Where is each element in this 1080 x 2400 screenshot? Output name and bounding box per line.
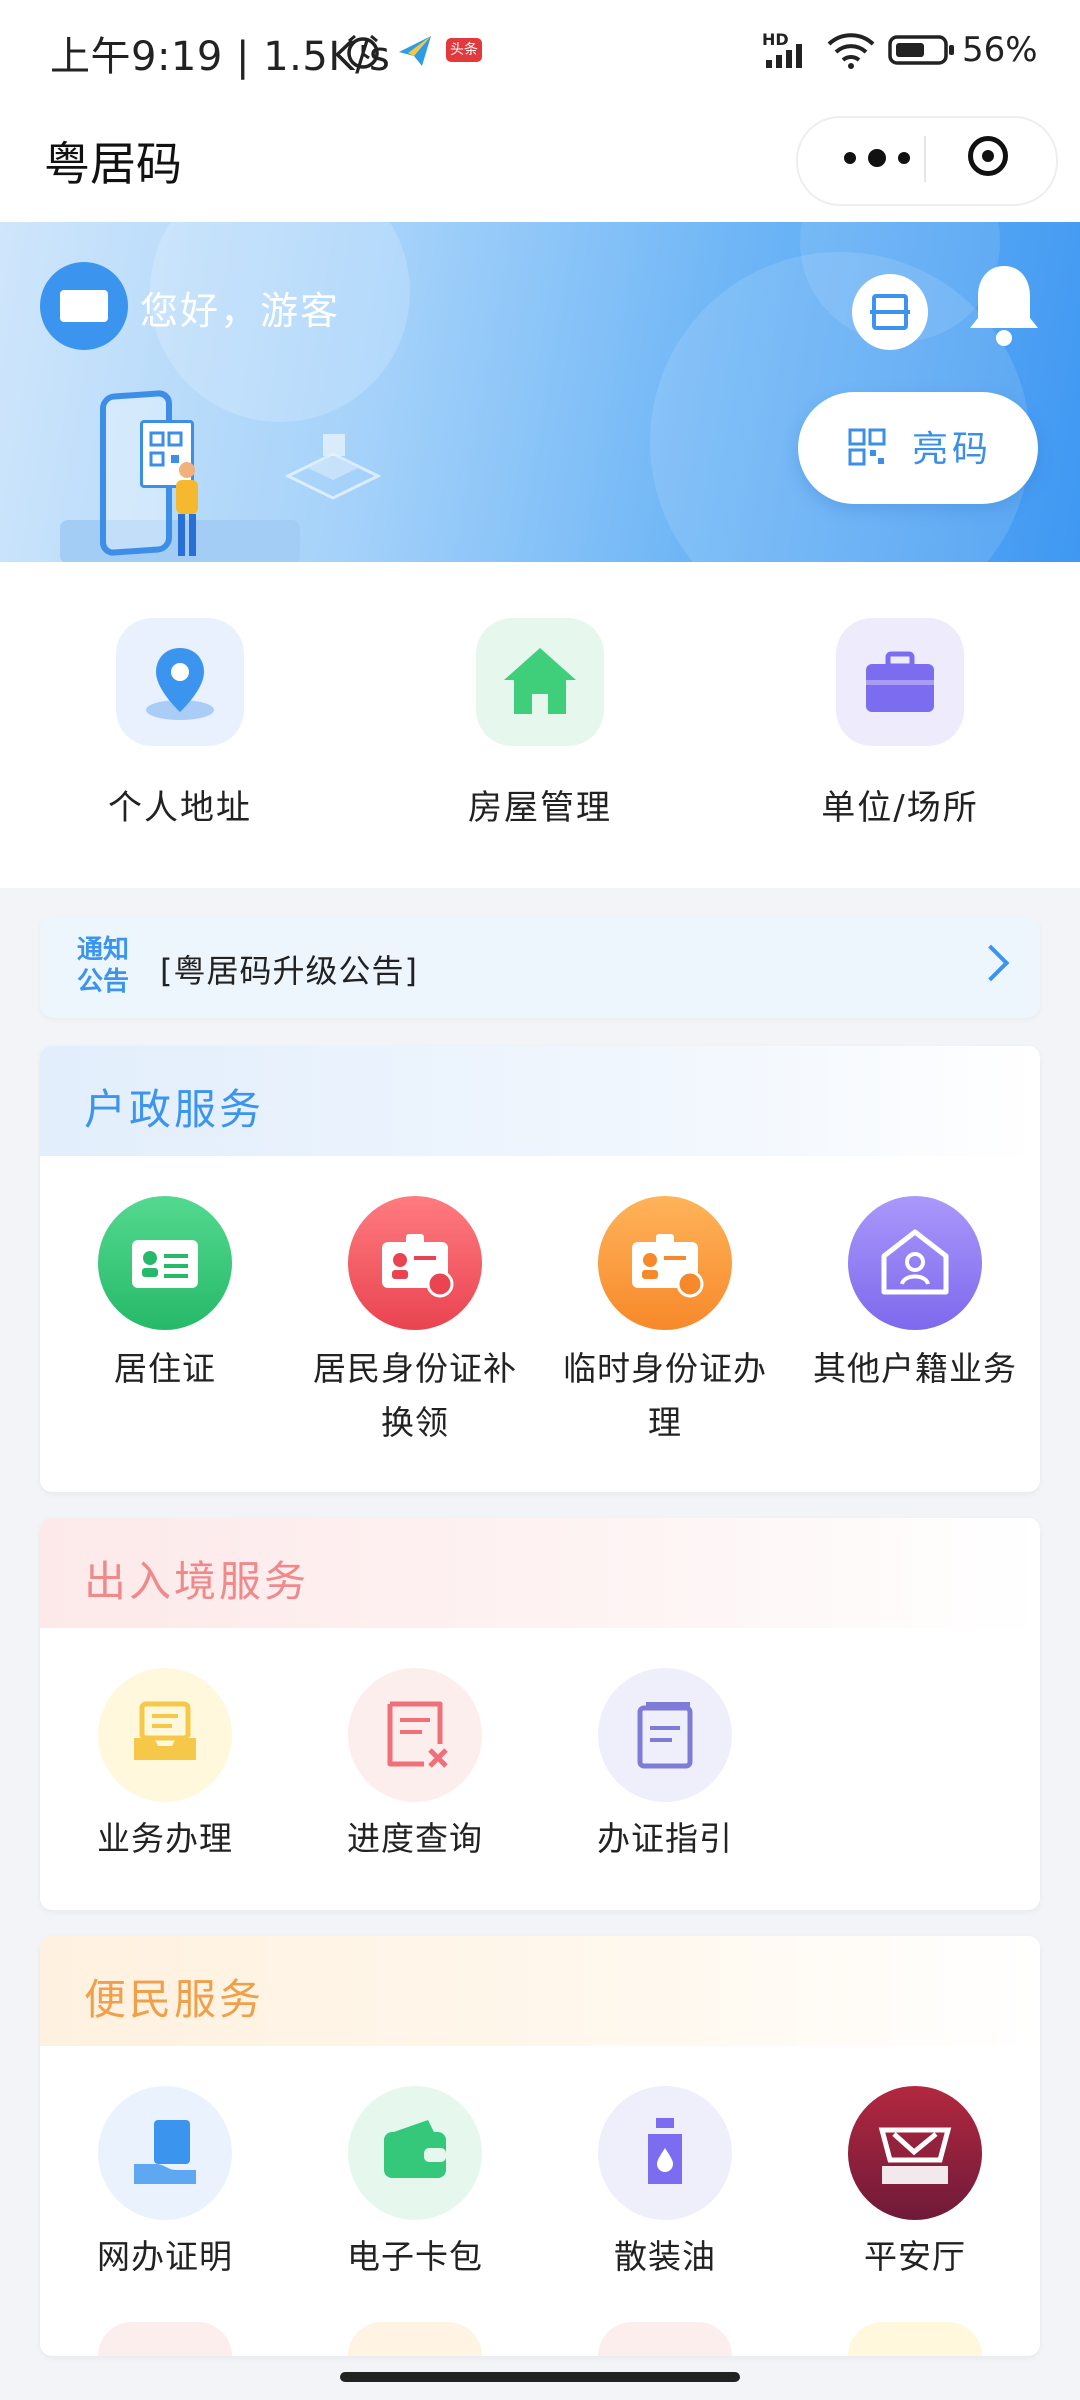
card-title: 户政服务 [84,1085,265,1134]
partial-service-icon [348,2322,482,2356]
house-icon [476,618,604,746]
inbox-icon [98,1668,232,1802]
pingan-logo-icon [848,2086,982,2220]
toutiao-badge: 头条 [446,38,482,62]
bright-code-label: 亮码 [912,429,993,470]
service-label: 居住证 [114,1349,216,1388]
partial-service-icon [98,2322,232,2356]
battery-level: 56% [962,30,1038,70]
id-card-icon [40,262,128,350]
service-label: 临时身份证办理 [563,1349,767,1442]
service-label: 业务办理 [97,1819,233,1858]
service-progress-query[interactable] [348,1668,482,1802]
document-cross-icon [348,1668,482,1802]
battery-icon [888,35,954,65]
service-bulk-oil[interactable] [598,2086,732,2220]
service-business-handling[interactable] [98,1668,232,1802]
shortcut-label: 个人地址 [108,788,252,828]
service-label: 散装油 [614,2237,716,2276]
service-residence-permit[interactable] [98,1196,232,1330]
illustration-person [176,462,198,556]
qr-grid-icon [848,428,886,466]
oil-bottle-icon [598,2086,732,2220]
greeting-text: 您好，游客 [140,289,341,333]
notice-text[interactable]: [粤居码升级公告] [160,946,418,992]
bell-icon[interactable] [968,262,1040,348]
service-temp-id-card[interactable] [598,1196,732,1330]
wallet-icon [348,2086,482,2220]
shortcut-personal-address[interactable] [116,618,244,746]
paper-plane-icon [399,36,431,66]
more-dots-icon[interactable] [830,138,924,178]
service-label: 平安厅 [864,2237,966,2276]
service-label: 其他户籍业务 [813,1349,1017,1388]
id-card-replace-icon [348,1196,482,1330]
home-indicator[interactable] [340,2372,740,2382]
alarm-icon [347,34,379,69]
shortcut-label: 房屋管理 [468,788,612,828]
scan-icon[interactable] [852,274,928,350]
shortcut-label: 单位/场所 [821,788,979,828]
service-label: 办证指引 [597,1819,733,1858]
target-icon[interactable] [968,136,1008,176]
briefcase-icon [836,618,964,746]
card-title: 出入境服务 [84,1557,310,1606]
capsule-divider [924,136,926,182]
service-e-wallet[interactable] [348,2086,482,2220]
guide-document-icon [598,1668,732,1802]
card-title: 便民服务 [84,1975,265,2024]
page-title: 粤居码 [44,137,182,191]
illustration-cubes [284,434,382,500]
service-guide[interactable] [598,1668,732,1802]
service-label: 居民身份证补换领 [313,1349,517,1442]
partial-service-icon [848,2322,982,2356]
shortcut-house-management[interactable] [476,618,604,746]
service-pingan-hall[interactable] [848,2086,982,2220]
notice-tag: 通知 公告 [76,935,129,997]
household-register-icon [848,1196,982,1330]
shortcut-workplace[interactable] [836,618,964,746]
service-id-card-replace[interactable] [348,1196,482,1330]
partial-service-icon [598,2322,732,2356]
wifi-icon [827,33,875,69]
service-label: 网办证明 [97,2237,233,2276]
service-other-household[interactable] [848,1196,982,1330]
service-label: 电子卡包 [347,2237,483,2276]
status-time: 上午9:19 | 1.5K/s [50,34,391,80]
temp-id-card-icon [598,1196,732,1330]
location-icon [116,618,244,746]
service-label: 进度查询 [347,1819,483,1858]
signal-icon [766,44,802,68]
certificate-hand-icon [98,2086,232,2220]
residence-card-icon [98,1196,232,1330]
service-online-certificate[interactable] [98,2086,232,2220]
